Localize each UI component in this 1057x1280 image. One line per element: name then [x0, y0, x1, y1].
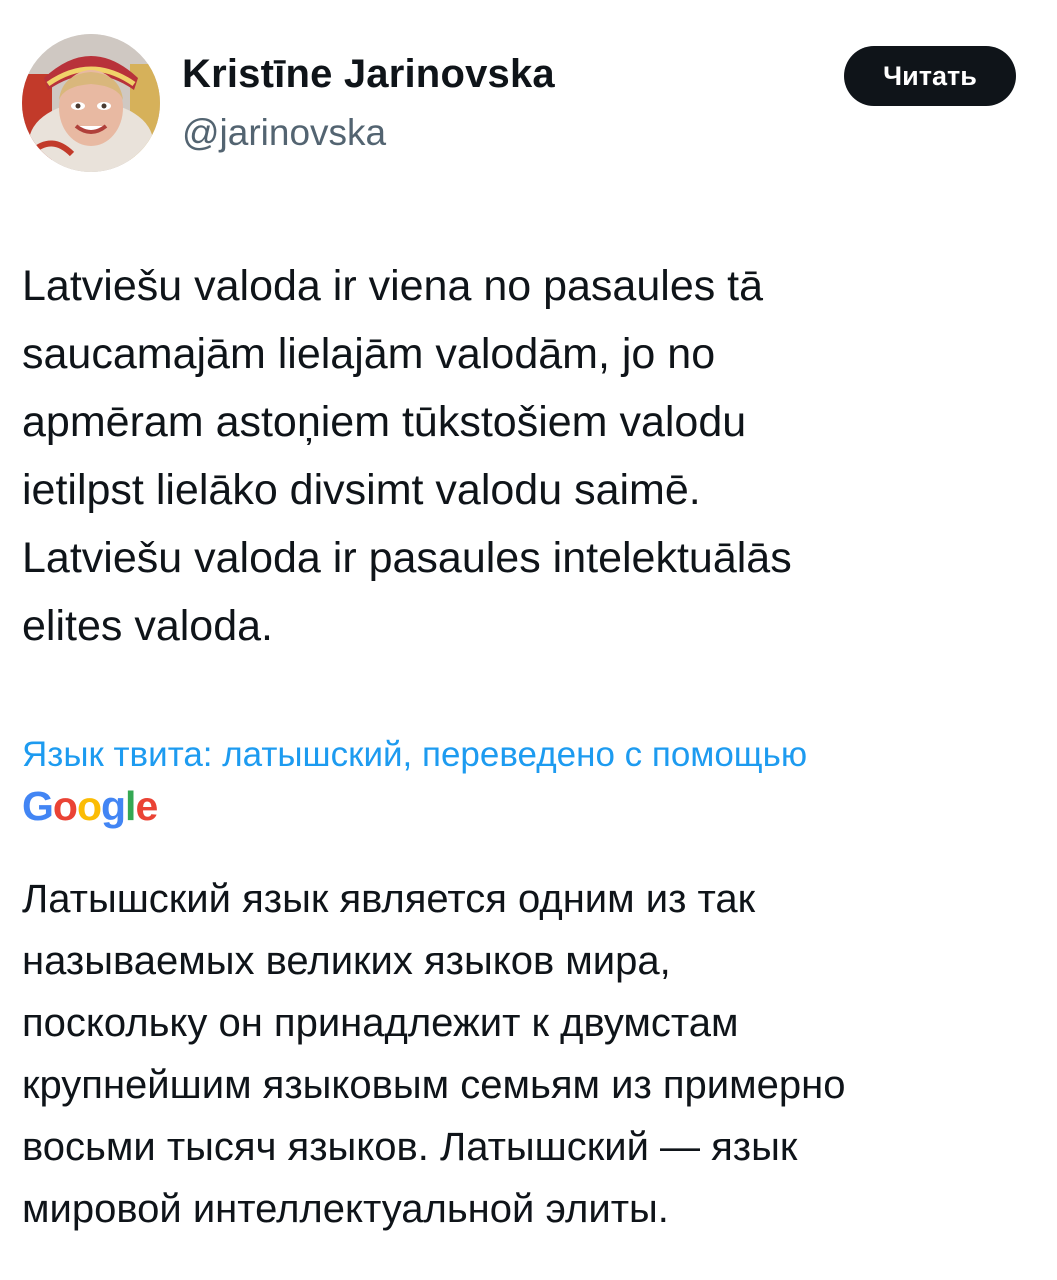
tweet-text-line: Latviešu valoda ir viena no pasaules tā — [22, 262, 764, 310]
translated-text-line: восьми тысяч языков. Латышский — язык — [22, 1125, 798, 1169]
google-logo-letter: l — [125, 783, 136, 829]
translation-note[interactable]: Язык твита: латышский, переведено с помо… — [22, 732, 1042, 778]
author-name[interactable]: Kristīne Jarinovska — [182, 52, 555, 97]
avatar-photo — [22, 34, 160, 172]
google-logo-letter: o — [76, 783, 102, 829]
tweet-text-line: Latviešu valoda ir pasaules intelektuālā… — [22, 534, 792, 582]
translated-text-line: называемых великих языков мира, — [22, 939, 671, 983]
follow-button[interactable]: Читать — [844, 46, 1016, 106]
google-logo-letter: e — [135, 783, 158, 829]
translated-text: Латышский язык является одним из так наз… — [22, 868, 1032, 1240]
google-logo-letter: G — [22, 783, 54, 829]
translated-text-line: Латышский язык является одним из так — [22, 877, 756, 921]
tweet-text: Latviešu valoda ir viena no pasaules tā … — [22, 252, 1032, 660]
translated-text-line: поскольку он принадлежит к двумстам — [22, 1001, 739, 1045]
avatar[interactable] — [22, 34, 160, 172]
tweet-text-line: elites valoda. — [22, 602, 273, 650]
tweet-text-line: saucamajām lielajām valodām, jo no — [22, 330, 716, 378]
translated-text-line: крупнейшим языковым семьям из примерно — [22, 1063, 846, 1107]
tweet-header: Kristīne Jarinovska @jarinovska Читать — [22, 34, 1022, 174]
google-logo[interactable]: Google — [22, 780, 158, 832]
google-logo-letter: o — [52, 783, 78, 829]
author-handle[interactable]: @jarinovska — [182, 112, 386, 154]
translated-text-line: мировой интеллектуальной элиты. — [22, 1187, 669, 1231]
google-logo-letter: g — [101, 783, 126, 829]
tweet-text-line: apmēram astoņiem tūkstošiem valodu — [22, 398, 747, 446]
tweet-text-line: ietilpst lielāko divsimt valodu saimē. — [22, 466, 701, 514]
